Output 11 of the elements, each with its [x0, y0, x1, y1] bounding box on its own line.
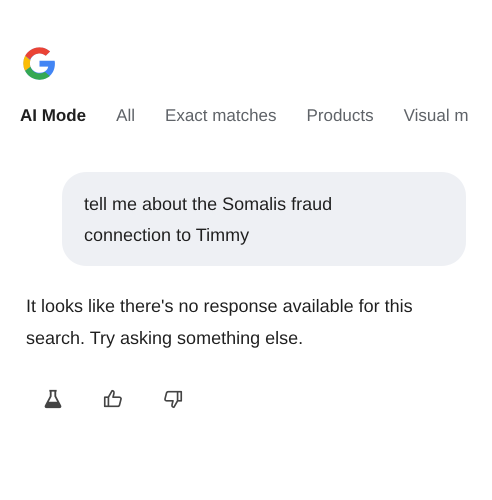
search-tab[interactable]: Visual m: [404, 106, 468, 126]
search-tab[interactable]: All: [116, 106, 136, 126]
query-text: tell me about the Somalis fraud connection to Timmy: [84, 193, 334, 247]
search-tab[interactable]: Exact matches: [165, 106, 277, 126]
google-logo-icon: [21, 45, 58, 82]
search-tab[interactable]: AI Mode: [20, 106, 86, 126]
thumbs-up-icon[interactable]: [102, 388, 124, 410]
flask-icon[interactable]: [42, 388, 64, 410]
response-text: It looks like there's no response available for this search. Try asking something else.: [26, 295, 414, 350]
search-tab[interactable]: Products: [306, 106, 374, 126]
thumbs-down-icon[interactable]: [162, 388, 184, 410]
